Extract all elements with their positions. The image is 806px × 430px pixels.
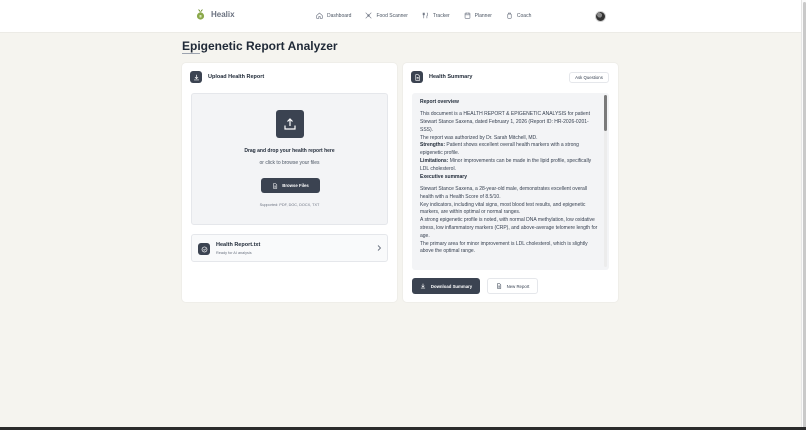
summary-scrollbar[interactable] — [604, 95, 607, 267]
home-icon — [316, 12, 323, 19]
download-icon — [420, 283, 425, 289]
nav-food-scanner[interactable]: Food Scanner — [365, 12, 408, 19]
summary-card-title: Health Summary — [429, 74, 473, 80]
summary-card-header: Health Summary — [411, 71, 472, 83]
dropzone-sub-text: or click to browse your files — [259, 160, 320, 166]
scan-icon — [365, 12, 372, 19]
overview-paragraph-1: This document is a HEALTH REPORT & EPIGE… — [420, 111, 590, 133]
nav-coach-label: Coach — [516, 12, 532, 19]
page-title: Epigenetic Report Analyzer — [182, 39, 338, 53]
summary-scroll-area[interactable]: Report overview This document is a HEALT… — [412, 93, 609, 270]
nav-planner-label: Planner — [474, 12, 492, 19]
ask-questions-button[interactable]: Ask Questions — [569, 72, 609, 83]
nav-food-scanner-label: Food Scanner — [376, 12, 408, 19]
check-circle-icon — [201, 246, 207, 252]
upload-card-header: Upload Health Report — [190, 71, 264, 83]
upload-header-icon-box — [190, 71, 202, 83]
browse-files-label: Browse Files — [282, 183, 309, 188]
executive-summary-heading: Executive summary — [420, 173, 467, 180]
user-avatar[interactable] — [595, 11, 606, 22]
calendar-icon — [464, 12, 470, 19]
file-check-icon-box — [198, 243, 210, 255]
brand-logo-icon — [196, 9, 205, 20]
brand[interactable]: Healix — [196, 9, 235, 20]
top-nav: Healix Dashboard Food Scanner Tracker Pl… — [0, 0, 806, 33]
dropzone-main-text: Drag and drop your health report here — [244, 148, 335, 154]
summary-card: Health Summary Ask Questions Report over… — [403, 63, 618, 302]
overview-paragraph-2: The report was authorized by Dr. Sarah M… — [420, 134, 538, 141]
upload-dropzone[interactable]: Drag and drop your health report here or… — [191, 93, 388, 225]
upload-card: Upload Health Report Drag and drop your … — [182, 63, 397, 302]
upload-card-title: Upload Health Report — [208, 74, 265, 80]
exec-paragraph-4: The primary area for minor improvement i… — [420, 240, 588, 255]
file-icon — [273, 182, 278, 189]
download-icon — [193, 74, 199, 80]
utensils-icon — [422, 12, 428, 19]
download-summary-button[interactable]: Download Summary — [412, 278, 480, 294]
coach-icon — [507, 12, 512, 19]
limitations-line: Limitations: Minor improvements can be m… — [420, 158, 600, 174]
nav-coach[interactable]: Coach — [506, 12, 531, 19]
strengths-label: Strengths: — [420, 142, 445, 149]
title-underline — [182, 53, 200, 54]
brand-name: Healix — [211, 10, 235, 19]
new-report-label: New Report — [506, 283, 530, 289]
new-report-button[interactable]: New Report — [487, 278, 538, 294]
summary-text: Report overview This document is a HEALT… — [420, 99, 600, 256]
upload-icon — [284, 118, 296, 130]
nav-planner[interactable]: Planner — [464, 12, 492, 19]
overview-heading: Report overview — [420, 99, 459, 105]
page-scrollbar[interactable] — [801, 0, 806, 430]
summary-scrollbar-thumb[interactable] — [604, 95, 607, 131]
exec-paragraph-1: Stewart Stance Saxena, a 28-year-old mal… — [420, 185, 588, 200]
download-summary-label: Download Summary — [430, 283, 473, 289]
limitations-label: Limitations: — [420, 158, 449, 165]
supported-formats: Supported: PDF, DOC, DOCX, TXT — [259, 203, 320, 207]
chevron-right-icon[interactable] — [375, 244, 383, 252]
nav-dashboard[interactable]: Dashboard — [316, 12, 351, 19]
strengths-line: Strengths: Patient shows excellent overa… — [420, 142, 600, 158]
summary-header-icon-box — [411, 71, 423, 83]
file-status: Ready for AI analysis — [216, 251, 252, 255]
file-name: Health Report.txt — [216, 242, 261, 248]
nav-tracker-label: Tracker — [432, 12, 450, 19]
exec-paragraph-2: Key indicators, including vital signs, m… — [420, 201, 586, 216]
nav-links: Dashboard Food Scanner Tracker Planner C… — [316, 12, 531, 19]
browse-files-button[interactable]: Browse Files — [261, 178, 320, 193]
nav-tracker[interactable]: Tracker — [422, 12, 450, 19]
document-icon — [414, 73, 420, 81]
uploaded-file-row[interactable]: Health Report.txt Ready for AI analysis — [191, 234, 388, 262]
exec-paragraph-3: A strong epigenetic profile is noted, wi… — [420, 217, 598, 239]
upload-icon-box — [276, 110, 304, 138]
file-icon — [496, 283, 501, 289]
nav-dashboard-label: Dashboard — [327, 12, 352, 19]
